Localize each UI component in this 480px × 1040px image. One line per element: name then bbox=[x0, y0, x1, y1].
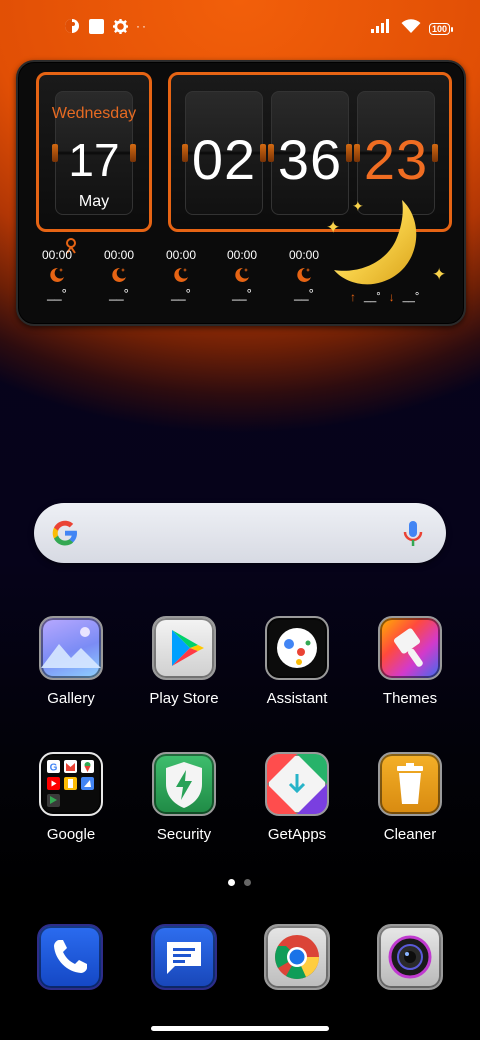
home-gesture-bar[interactable] bbox=[151, 1026, 329, 1031]
svg-text:G: G bbox=[50, 763, 58, 774]
app-label: Themes bbox=[382, 690, 438, 707]
google-search-bar[interactable] bbox=[34, 503, 446, 563]
status-bar: ·· 100 bbox=[0, 16, 480, 40]
hours-digits: 02 bbox=[191, 128, 257, 191]
square-notification-icon bbox=[88, 18, 104, 34]
forecast-temp: __° bbox=[294, 286, 314, 301]
cleaner-icon bbox=[378, 752, 442, 816]
signal-icon bbox=[370, 19, 393, 38]
app-security[interactable]: Security bbox=[128, 752, 240, 843]
forecast-slot: 00:00 __° bbox=[217, 248, 267, 301]
arrow-up-icon: ↑ bbox=[350, 290, 356, 304]
clock-weather-widget[interactable]: Wednesday 17 May 02 36 23 00:00 __° 00:0… bbox=[16, 60, 466, 326]
low-temp: __° bbox=[402, 291, 420, 303]
month-label: May bbox=[78, 193, 110, 210]
dock-camera[interactable] bbox=[354, 924, 466, 990]
forecast-time: 00:00 bbox=[226, 248, 258, 262]
page-indicator[interactable] bbox=[228, 879, 251, 886]
dock-chrome[interactable] bbox=[241, 924, 353, 990]
forecast-time: 00:00 bbox=[288, 248, 320, 262]
app-label: GetApps bbox=[267, 826, 327, 843]
assistant-icon bbox=[265, 616, 329, 680]
seconds-digits: 23 bbox=[363, 128, 429, 191]
app-assistant[interactable]: Assistant bbox=[241, 616, 353, 707]
microphone-icon[interactable] bbox=[402, 519, 424, 549]
dock-messages[interactable] bbox=[128, 924, 240, 990]
forecast-time: 00:00 bbox=[41, 248, 73, 262]
app-label: Assistant bbox=[266, 690, 328, 707]
gallery-icon bbox=[39, 616, 103, 680]
forecast-time: 00:00 bbox=[165, 248, 197, 262]
night-moon-icon bbox=[50, 267, 64, 282]
messages-icon bbox=[151, 924, 217, 990]
forecast-temp: __° bbox=[171, 286, 191, 301]
forecast-slot: 00:00 __° bbox=[279, 248, 329, 301]
app-label: Play Store bbox=[149, 690, 219, 707]
camera-icon bbox=[377, 924, 443, 990]
forecast-slot: 00:00 __° bbox=[32, 248, 82, 301]
day-number: 17 bbox=[68, 134, 120, 186]
security-icon bbox=[152, 752, 216, 816]
app-label: Gallery bbox=[47, 690, 95, 707]
high-temp: __° bbox=[364, 291, 381, 303]
chrome-icon bbox=[264, 924, 330, 990]
forecast-temp: __° bbox=[109, 286, 129, 301]
battery-icon: 100 bbox=[428, 22, 454, 35]
wifi-icon bbox=[401, 18, 421, 39]
sparkle-icon: ✦ bbox=[432, 265, 447, 284]
forecast-temp: __° bbox=[232, 286, 252, 301]
phone-icon bbox=[37, 924, 103, 990]
app-label: Cleaner bbox=[383, 826, 437, 843]
getapps-icon bbox=[265, 752, 329, 816]
crescent-moon-icon bbox=[334, 200, 417, 285]
date-card: Wednesday 17 May bbox=[36, 72, 152, 232]
app-gallery[interactable]: Gallery bbox=[15, 616, 127, 707]
app-google-folder[interactable]: G Google bbox=[15, 752, 127, 843]
more-dots-icon: ·· bbox=[136, 19, 148, 33]
google-g-icon bbox=[52, 520, 77, 546]
app-label: Security bbox=[156, 826, 212, 843]
settings-gear-icon bbox=[112, 18, 128, 34]
google-folder-icon: G bbox=[39, 752, 103, 816]
app-themes[interactable]: Themes bbox=[354, 616, 466, 707]
arrow-down-icon: ↓ bbox=[388, 290, 395, 304]
app-getapps[interactable]: GetApps bbox=[241, 752, 353, 843]
weekday-label: Wednesday bbox=[51, 105, 137, 122]
forecast-slot: 00:00 __° bbox=[94, 248, 144, 301]
app-cleaner[interactable]: Cleaner bbox=[354, 752, 466, 843]
minutes-digits: 36 bbox=[277, 128, 343, 191]
weather-status-icon bbox=[64, 18, 80, 34]
night-moon-icon bbox=[297, 267, 311, 282]
play-store-icon bbox=[152, 616, 216, 680]
app-label: Google bbox=[46, 826, 96, 843]
night-moon-icon bbox=[112, 267, 126, 282]
night-moon-icon bbox=[235, 267, 249, 282]
forecast-time: 00:00 bbox=[103, 248, 135, 262]
night-moon-icon bbox=[174, 267, 188, 282]
page-dot-active[interactable] bbox=[228, 879, 235, 886]
themes-icon bbox=[378, 616, 442, 680]
dock-phone[interactable] bbox=[14, 924, 126, 990]
sparkle-icon: ✦ bbox=[352, 198, 364, 214]
forecast-temp: __° bbox=[47, 286, 67, 301]
page-dot[interactable] bbox=[244, 879, 251, 886]
sparkle-icon: ✦ bbox=[326, 218, 341, 237]
forecast-slot: 00:00 __° bbox=[156, 248, 206, 301]
high-low-temps: ↑ __° ↓ __° bbox=[350, 290, 419, 304]
app-play-store[interactable]: Play Store bbox=[128, 616, 240, 707]
